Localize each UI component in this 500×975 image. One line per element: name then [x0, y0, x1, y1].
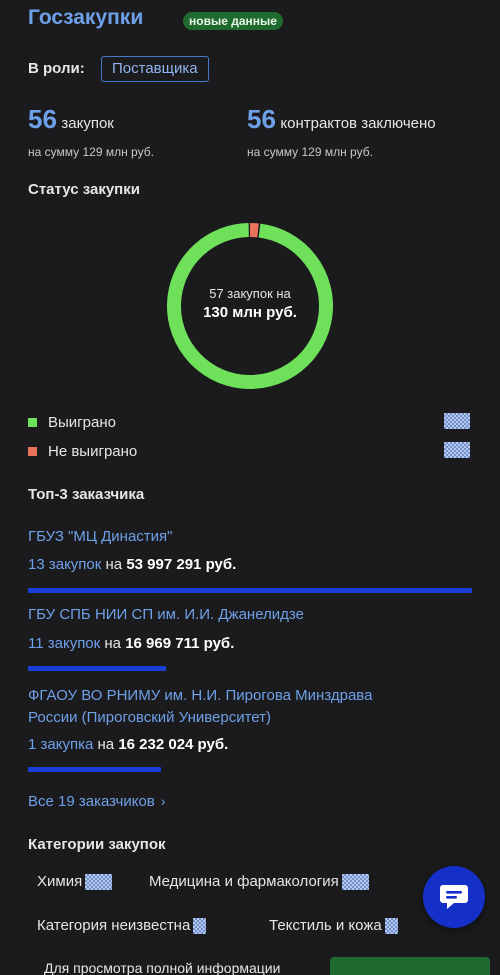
customer-2-link[interactable]: ГБУ СПБ НИИ СП им. И.И. Джанелидзе [28, 606, 304, 623]
customer-3-link[interactable]: ФГАОУ ВО РНИМУ им. Н.И. Пирогова Минздра… [28, 685, 372, 729]
category-chip-chemistry[interactable]: Химия [37, 873, 113, 890]
legend-lost: Не выиграно [28, 441, 137, 461]
footer-hint: Для просмотра полной информации [44, 960, 281, 975]
category-chip-medicine[interactable]: Медицина и фармакология [149, 873, 369, 890]
status-heading: Статус закупки [28, 181, 140, 198]
customer-3-sum: 16 232 024 руб. [118, 736, 229, 753]
legend-won-swatch [28, 417, 37, 427]
donut-center-label: 57 закупок на 130 млн руб. [180, 286, 320, 321]
donut-sum: 130 млн руб. [203, 304, 297, 321]
stat-contracts: 56 контрактов заключено [247, 104, 436, 135]
legend-lost-label: Не выиграно [48, 442, 138, 460]
stat-purchases-label: закупок [61, 115, 114, 132]
customer-1-on: на [105, 556, 123, 573]
legend-lost-swatch [28, 446, 37, 456]
category-hidden-value [85, 873, 113, 890]
new-data-badge: новые данные [183, 12, 283, 30]
customer-3-share-bar [28, 767, 161, 772]
category-hidden-value [193, 917, 207, 934]
stat-purchases-sum: на сумму 129 млн руб. [28, 145, 154, 159]
all-customers-link[interactable]: Все 19 заказчиков › [28, 793, 165, 810]
footer-action-button[interactable] [330, 957, 490, 975]
customer-1-share-bar [28, 588, 472, 593]
customer-2-on: на [104, 635, 122, 652]
category-chip-unknown[interactable]: Категория неизвестна [37, 917, 207, 934]
chat-button[interactable] [423, 866, 485, 928]
customer-3-on: на [97, 736, 115, 753]
customer-2-details: 11 закупок на 16 969 711 руб. [28, 635, 234, 652]
role-select-button[interactable]: Поставщика [101, 56, 209, 82]
stat-contracts-label: контрактов заключено [280, 115, 436, 132]
customer-1-details: 13 закупок на 53 997 291 руб. [28, 556, 236, 573]
customer-1-sum: 53 997 291 руб. [126, 556, 237, 573]
customer-2-share-bar [28, 666, 166, 671]
customer-3-details: 1 закупка на 16 232 024 руб. [28, 736, 228, 753]
category-chip-textile[interactable]: Текстиль и кожа [269, 917, 398, 934]
customer-2-sum: 16 969 711 руб. [125, 635, 235, 652]
chevron-right-icon: › [160, 793, 166, 809]
category-chip-label: Текстиль и кожа [269, 917, 382, 934]
legend-won-hidden-value [444, 413, 470, 429]
categories-heading: Категории закупок [28, 836, 166, 853]
customer-3-count[interactable]: 1 закупка [28, 736, 93, 753]
customer-1-link[interactable]: ГБУЗ "МЦ Династия" [28, 528, 173, 545]
stat-purchases-number: 56 [28, 104, 57, 134]
top-customers-heading: Топ-3 заказчика [28, 486, 145, 503]
category-hidden-value [384, 917, 398, 934]
all-customers-label: Все 19 заказчиков [28, 793, 155, 810]
legend-lost-hidden-value [444, 442, 470, 458]
stat-contracts-number: 56 [247, 104, 276, 134]
chat-icon [440, 885, 468, 909]
customer-3-name-line2: России (Пироговский Университет) [28, 709, 272, 726]
stat-contracts-sum: на сумму 129 млн руб. [247, 145, 373, 159]
category-hidden-value [341, 873, 369, 890]
legend-won-label: Выиграно [48, 413, 116, 431]
donut-count: 57 закупок на [209, 286, 291, 301]
stat-purchases: 56 закупок [28, 104, 114, 135]
category-chip-label: Медицина и фармакология [149, 873, 339, 890]
customer-2-count[interactable]: 11 закупок [28, 635, 100, 652]
role-label: В роли: [28, 60, 85, 77]
category-chip-label: Химия [37, 873, 83, 890]
page-title: Госзакупки [28, 6, 144, 29]
customer-1-count[interactable]: 13 закупок [28, 556, 101, 573]
legend-won: Выиграно [28, 412, 116, 432]
customer-3-name-line1: ФГАОУ ВО РНИМУ им. Н.И. Пирогова Минздра… [28, 687, 373, 704]
category-chip-label: Категория неизвестна [37, 917, 191, 934]
